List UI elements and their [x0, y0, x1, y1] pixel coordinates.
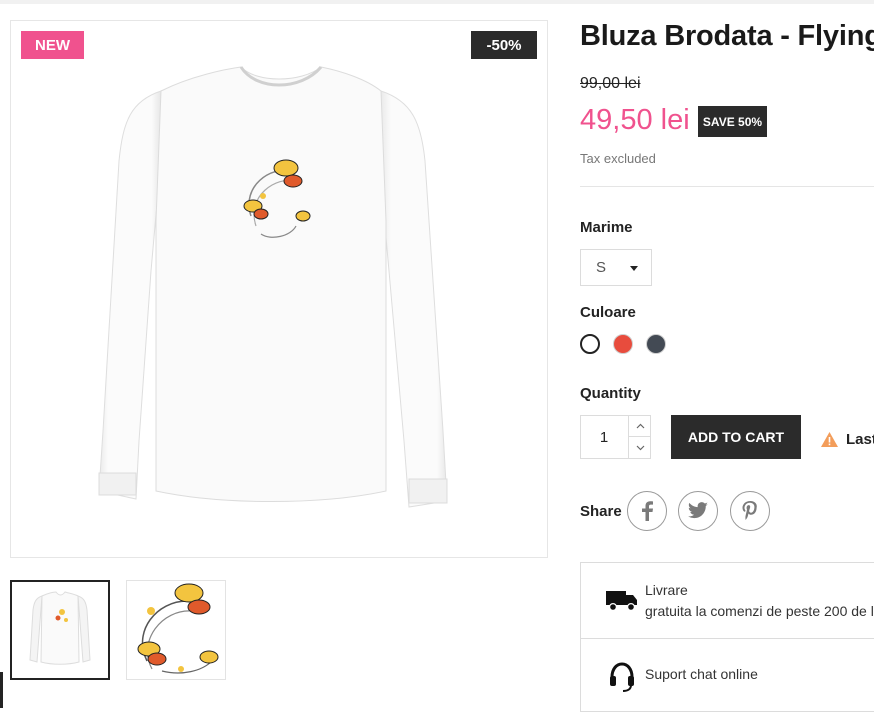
size-label: Marime	[580, 219, 633, 236]
quantity-stepper	[580, 415, 651, 459]
quantity-decrease-button[interactable]	[628, 437, 651, 458]
thumbnail-embroidery-image	[137, 583, 219, 674]
divider	[580, 186, 874, 187]
quantity-input[interactable]	[581, 416, 627, 458]
quantity-label: Quantity	[580, 385, 641, 402]
share-pinterest-button[interactable]	[730, 491, 770, 531]
pinterest-icon	[742, 501, 757, 520]
shirt-image	[98, 66, 448, 508]
chevron-down-icon	[630, 266, 638, 271]
color-label: Culoare	[580, 304, 636, 321]
thumbnail-shirt-image	[29, 591, 91, 665]
thumbnail-embroidery[interactable]	[126, 580, 226, 680]
warning-icon	[821, 432, 838, 447]
color-swatch-white[interactable]	[580, 334, 600, 354]
product-title: Bluza Brodata - Flying	[580, 20, 874, 52]
chevron-up-icon	[636, 423, 644, 429]
facebook-icon	[642, 501, 653, 521]
new-badge: NEW	[21, 31, 84, 59]
availability-text: Last	[846, 431, 874, 448]
share-twitter-button[interactable]	[678, 491, 718, 531]
quantity-increase-button[interactable]	[628, 416, 651, 437]
delivery-subtitle: gratuita la comenzi de peste 200 de lei	[645, 603, 874, 619]
size-select-value: S	[596, 259, 607, 276]
share-label: Share	[580, 503, 622, 520]
reassurance-block: Livrare gratuita la comenzi de peste 200…	[580, 562, 874, 712]
truck-icon	[606, 591, 637, 612]
add-to-cart-button[interactable]: ADD TO CART	[671, 415, 801, 459]
chevron-down-icon	[636, 445, 644, 450]
thumbnail-shirt[interactable]	[10, 580, 110, 680]
share-facebook-button[interactable]	[627, 491, 667, 531]
regular-price: 99,00 lei	[580, 75, 641, 92]
delivery-title: Livrare	[645, 582, 688, 598]
twitter-icon	[688, 502, 708, 519]
headset-icon	[610, 662, 634, 692]
tax-note: Tax excluded	[580, 151, 656, 166]
top-divider	[0, 0, 874, 4]
color-swatch-red[interactable]	[613, 334, 633, 354]
product-main-image[interactable]: NEW -50%	[10, 20, 548, 558]
discount-badge: -50%	[471, 31, 537, 59]
color-swatch-dark-gray[interactable]	[646, 334, 666, 354]
availability-notice: Last	[820, 431, 874, 448]
size-select[interactable]: S	[580, 249, 652, 286]
current-price: 49,50 lei	[580, 104, 690, 136]
support-info: Suport chat online	[581, 639, 874, 711]
save-badge: SAVE 50%	[698, 106, 767, 137]
delivery-info: Livrare gratuita la comenzi de peste 200…	[581, 563, 874, 638]
scroll-indicator	[0, 672, 3, 708]
support-text: Suport chat online	[645, 666, 758, 682]
